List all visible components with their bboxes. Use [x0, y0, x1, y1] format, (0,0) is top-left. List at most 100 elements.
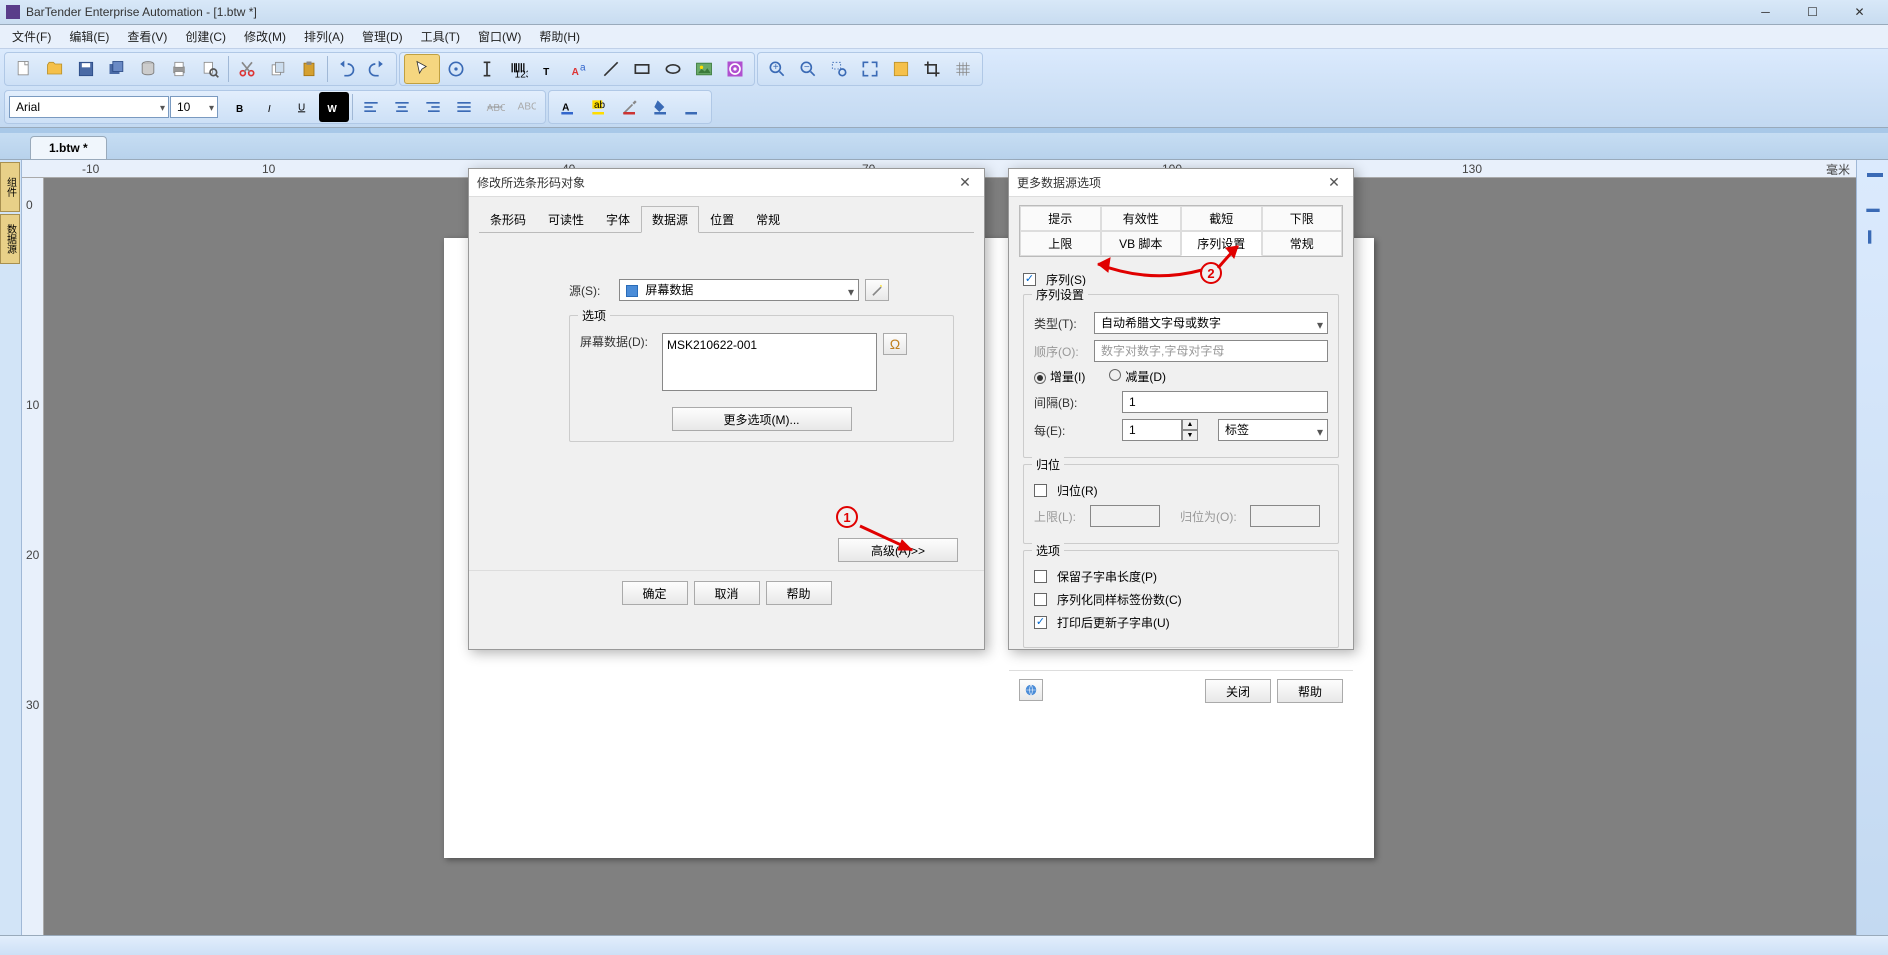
spin-down-icon[interactable]: ▼ — [1182, 430, 1198, 441]
fit-icon[interactable] — [855, 54, 885, 84]
menu-manage[interactable]: 管理(D) — [354, 26, 411, 47]
every-spinner[interactable]: 1 ▲▼ — [1122, 419, 1198, 441]
tab-barcode[interactable]: 条形码 — [479, 206, 537, 233]
omega-icon[interactable]: Ω — [883, 333, 907, 355]
tab-data-source[interactable]: 数据源 — [641, 206, 699, 233]
highlight-icon[interactable]: ab — [584, 92, 614, 122]
align-tool-icon[interactable] — [1860, 164, 1886, 190]
rfid-icon[interactable] — [720, 54, 750, 84]
save-icon[interactable] — [71, 54, 101, 84]
text-cursor-icon[interactable] — [472, 54, 502, 84]
decrement-radio[interactable] — [1109, 369, 1121, 381]
type-select[interactable]: 自动希腊文字母或数字 — [1094, 312, 1328, 334]
tab-font[interactable]: 字体 — [595, 206, 641, 233]
ok-button[interactable]: 确定 — [622, 581, 688, 605]
preserve-len-row[interactable]: 保留子字串长度(P) — [1034, 568, 1328, 585]
grid-icon[interactable] — [948, 54, 978, 84]
help-button[interactable]: 帮助 — [766, 581, 832, 605]
tab-general[interactable]: 常规 — [745, 206, 791, 233]
tab-upper[interactable]: 上限 — [1020, 231, 1101, 256]
menu-tools[interactable]: 工具(T) — [413, 26, 468, 47]
distribute-icon[interactable] — [1860, 224, 1886, 250]
paste-icon[interactable] — [294, 54, 324, 84]
zoom-100-icon[interactable] — [886, 54, 916, 84]
pointer-icon[interactable] — [404, 54, 440, 84]
abc-icon[interactable]: ABC — [511, 92, 541, 122]
eyedropper-icon[interactable] — [615, 92, 645, 122]
align-left-icon[interactable] — [356, 92, 386, 122]
zoom-out-icon[interactable]: − — [793, 54, 823, 84]
rect-icon[interactable] — [627, 54, 657, 84]
tab-readability[interactable]: 可读性 — [537, 206, 595, 233]
undo-icon[interactable] — [331, 54, 361, 84]
bold-icon[interactable]: B — [226, 92, 256, 122]
tab-general2[interactable]: 常规 — [1262, 231, 1343, 256]
update-after-print-checkbox[interactable] — [1034, 616, 1047, 629]
help-button-2[interactable]: 帮助 — [1277, 679, 1343, 703]
font-color-icon[interactable]: A — [553, 92, 583, 122]
justify-icon[interactable] — [449, 92, 479, 122]
underline-icon[interactable]: U — [288, 92, 318, 122]
tab-position[interactable]: 位置 — [699, 206, 745, 233]
menu-view[interactable]: 查看(V) — [119, 26, 175, 47]
close-button[interactable]: 关闭 — [1205, 679, 1271, 703]
fill-hatch-icon[interactable] — [677, 92, 707, 122]
wand-icon[interactable] — [865, 279, 889, 301]
maximize-button[interactable]: ☐ — [1790, 2, 1835, 22]
menu-help[interactable]: 帮助(H) — [531, 26, 588, 47]
screen-data-input[interactable] — [662, 333, 877, 391]
italic-icon[interactable]: I — [257, 92, 287, 122]
menu-create[interactable]: 创建(C) — [177, 26, 234, 47]
text-T-icon[interactable]: T — [534, 54, 564, 84]
source-select[interactable]: 屏幕数据 — [619, 279, 859, 301]
dialog1-close-icon[interactable]: ✕ — [954, 172, 976, 194]
sidebar-components[interactable]: 组件 — [0, 162, 20, 212]
line-icon[interactable] — [596, 54, 626, 84]
globe-help-icon[interactable] — [1019, 679, 1043, 701]
close-button[interactable]: ✕ — [1837, 2, 1882, 22]
tab-prompt[interactable]: 提示 — [1020, 206, 1101, 231]
barcode-icon[interactable]: 123 — [503, 54, 533, 84]
serialize-same-row[interactable]: 序列化同样标签份数(C) — [1034, 591, 1328, 608]
crop-icon[interactable] — [917, 54, 947, 84]
more-options-button[interactable]: 更多选项(M)... — [672, 407, 852, 431]
align-center-icon[interactable] — [387, 92, 417, 122]
spin-up-icon[interactable]: ▲ — [1182, 419, 1198, 430]
dialog1-title-bar[interactable]: 修改所选条形码对象 ✕ — [469, 169, 984, 197]
strikethrough-icon[interactable]: ABC — [480, 92, 510, 122]
print-preview-icon[interactable] — [195, 54, 225, 84]
sequence-checkbox[interactable] — [1023, 273, 1036, 286]
database-icon[interactable] — [133, 54, 163, 84]
font-size-select[interactable]: 10 — [170, 96, 218, 118]
every-unit-select[interactable]: 标签 — [1218, 419, 1328, 441]
menu-window[interactable]: 窗口(W) — [470, 26, 529, 47]
menu-arrange[interactable]: 排列(A) — [296, 26, 352, 47]
dialog2-title-bar[interactable]: 更多数据源选项 ✕ — [1009, 169, 1353, 197]
zoom-in-icon[interactable]: + — [762, 54, 792, 84]
align-tool2-icon[interactable] — [1860, 194, 1886, 220]
font-fx-icon[interactable]: Aa — [565, 54, 595, 84]
font-name-select[interactable]: Arial — [9, 96, 169, 118]
serialize-same-checkbox[interactable] — [1034, 593, 1047, 606]
decrement-radio-row[interactable]: 减量(D) — [1109, 368, 1166, 385]
circle-target-icon[interactable] — [441, 54, 471, 84]
preserve-len-checkbox[interactable] — [1034, 570, 1047, 583]
ellipse-icon[interactable] — [658, 54, 688, 84]
minimize-button[interactable]: ─ — [1743, 2, 1788, 22]
picture-icon[interactable] — [689, 54, 719, 84]
reset-checkbox-row[interactable]: 归位(R) — [1034, 482, 1328, 499]
copy-icon[interactable] — [263, 54, 293, 84]
fill-color-icon[interactable] — [646, 92, 676, 122]
tab-lower[interactable]: 下限 — [1262, 206, 1343, 231]
open-icon[interactable] — [40, 54, 70, 84]
cut-icon[interactable] — [232, 54, 262, 84]
tab-truncate[interactable]: 截短 — [1181, 206, 1262, 231]
update-after-print-row[interactable]: 打印后更新子字串(U) — [1034, 614, 1328, 631]
redo-icon[interactable] — [362, 54, 392, 84]
zoom-region-icon[interactable] — [824, 54, 854, 84]
align-right-icon[interactable] — [418, 92, 448, 122]
sidebar-data-sources[interactable]: 数据源 — [0, 214, 20, 264]
print-icon[interactable] — [164, 54, 194, 84]
menu-modify[interactable]: 修改(M) — [236, 26, 294, 47]
save-all-icon[interactable] — [102, 54, 132, 84]
